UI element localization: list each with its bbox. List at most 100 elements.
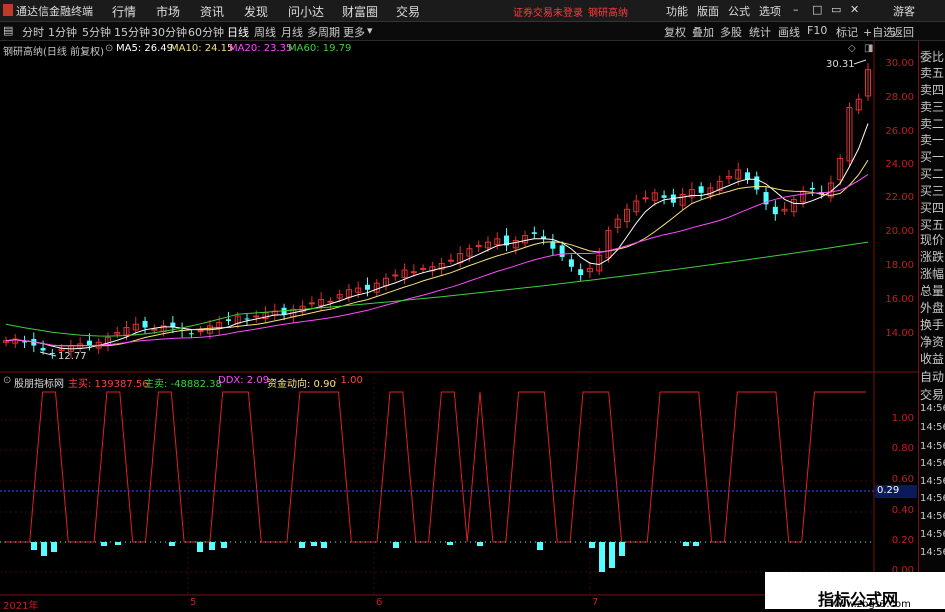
- side-panel-item[interactable]: 买三: [920, 182, 945, 199]
- btn-adjust[interactable]: 复权: [664, 24, 686, 40]
- main-sell-value: 主卖: -48882.38: [144, 379, 222, 390]
- minimize-icon[interactable]: –: [793, 3, 799, 16]
- period-multi[interactable]: 多周期: [307, 24, 340, 40]
- indicator-bar: [51, 542, 57, 552]
- current-stock-name[interactable]: 钢研高纳: [588, 4, 628, 19]
- price-tick: 30.00: [885, 58, 914, 69]
- watermark-url: www.zbgs3.com: [830, 599, 911, 610]
- side-panel-item[interactable]: 外盘: [920, 299, 945, 316]
- menu-ask[interactable]: 问小达: [288, 3, 324, 20]
- indicator-settings-icon[interactable]: ⊙: [3, 375, 11, 386]
- app-title: 通达信金融终端: [16, 5, 93, 18]
- maximize-icon[interactable]: ▭: [831, 3, 841, 16]
- candle-body-up: [253, 315, 260, 318]
- period-1min[interactable]: 1分钟: [48, 24, 77, 40]
- ma60-label: MA60: 19.79: [288, 43, 352, 54]
- period-more[interactable]: 更多: [343, 24, 365, 40]
- ma20-label: MA20: 23.35: [229, 43, 293, 54]
- btn-back[interactable]: 返回: [892, 24, 914, 40]
- menu-trade[interactable]: 交易: [396, 3, 420, 20]
- btn-stats[interactable]: 统计: [749, 24, 771, 40]
- btn-mark[interactable]: 标记: [836, 24, 858, 40]
- side-panel-item[interactable]: 卖二: [920, 115, 945, 132]
- side-panel-item[interactable]: 收益: [920, 350, 945, 367]
- candle-body-down: [809, 187, 815, 190]
- side-panel-item[interactable]: 净资: [920, 333, 945, 350]
- period-5min[interactable]: 5分钟: [82, 24, 111, 40]
- candle-body-up: [410, 271, 417, 274]
- candle-body-down: [559, 245, 565, 257]
- btn-multi-stock[interactable]: 多股: [720, 24, 742, 40]
- btn-add-watchlist[interactable]: +自选: [863, 24, 894, 40]
- side-panel-item[interactable]: 换手: [920, 316, 945, 333]
- side-panel-item[interactable]: 涨跌: [920, 248, 945, 265]
- fund-direction-value: 资金动向: 0.90: [267, 379, 336, 390]
- menu-formula[interactable]: 公式: [728, 3, 750, 19]
- guest-button[interactable]: 游客: [893, 3, 915, 19]
- dropdown-icon[interactable]: ▾: [367, 24, 373, 37]
- candle-body-down: [142, 320, 148, 328]
- toolbar-menu-icon[interactable]: ▤: [3, 24, 13, 37]
- restore-icon[interactable]: □: [812, 3, 822, 16]
- price-tick: 20.00: [885, 226, 914, 237]
- period-monthly[interactable]: 月线: [281, 24, 303, 40]
- side-panel-item[interactable]: 现价: [920, 231, 945, 248]
- btn-overlay[interactable]: 叠加: [692, 24, 714, 40]
- period-weekly[interactable]: 周线: [254, 24, 276, 40]
- price-tick: 22.00: [885, 192, 914, 203]
- menu-news[interactable]: 资讯: [200, 3, 224, 20]
- side-panel-item[interactable]: 14:56: [920, 441, 945, 452]
- side-panel-item[interactable]: 14:56: [920, 458, 945, 469]
- close-icon[interactable]: ✕: [850, 3, 859, 16]
- side-panel-item[interactable]: 委比: [920, 48, 945, 65]
- menu-function[interactable]: 功能: [666, 3, 688, 19]
- side-panel-item[interactable]: 卖三: [920, 98, 945, 115]
- side-panel-item[interactable]: 买一: [920, 148, 945, 165]
- ma-settings-icon[interactable]: ⊙: [105, 43, 113, 54]
- period-60min[interactable]: 60分钟: [188, 24, 224, 40]
- kline-chart[interactable]: [0, 41, 918, 609]
- side-panel-item[interactable]: 卖一: [920, 131, 945, 148]
- candle-body-up: [447, 259, 454, 262]
- side-panel-item[interactable]: 14:56: [920, 511, 945, 522]
- side-panel-item[interactable]: 14:56: [920, 547, 945, 558]
- indicator-bar: [537, 542, 543, 550]
- menu-quotes[interactable]: 行情: [112, 3, 136, 20]
- side-panel-item[interactable]: 14:56: [920, 422, 945, 433]
- indicator-bar: [31, 542, 37, 550]
- side-panel-item[interactable]: 卖四: [920, 81, 945, 98]
- period-daily[interactable]: 日线: [227, 24, 249, 40]
- panel-toggle-icon[interactable]: ◨: [864, 43, 873, 54]
- side-panel-item[interactable]: 14:56: [920, 529, 945, 540]
- side-panel-item[interactable]: 交易: [920, 386, 945, 403]
- side-panel-item[interactable]: 总量: [920, 282, 945, 299]
- period-15min[interactable]: 15分钟: [114, 24, 150, 40]
- btn-draw[interactable]: 画线: [778, 24, 800, 40]
- side-panel-item[interactable]: 14:56: [920, 403, 945, 414]
- btn-f10[interactable]: F10: [807, 24, 827, 37]
- indicator-bar: [683, 542, 689, 546]
- menu-wealth[interactable]: 财富圈: [342, 3, 378, 20]
- period-timeshare[interactable]: 分时: [22, 24, 44, 40]
- side-panel-item[interactable]: 14:56: [920, 476, 945, 487]
- side-panel-item[interactable]: 自动: [920, 368, 945, 385]
- trade-login-notice[interactable]: 证券交易未登录: [513, 4, 583, 19]
- side-panel-item[interactable]: 卖五: [920, 64, 945, 81]
- indicator-bar: [589, 542, 595, 548]
- min-price-label: 12.77: [58, 351, 87, 362]
- side-panel-item[interactable]: 买四: [920, 199, 945, 216]
- indicator-bar: [209, 542, 215, 550]
- candle-body-up: [392, 274, 399, 277]
- menu-layout[interactable]: 版面: [697, 3, 719, 19]
- diamond-icon[interactable]: ◇: [848, 43, 856, 54]
- app-logo-icon: [3, 4, 13, 16]
- price-tick: 24.00: [885, 159, 914, 170]
- candle-body-down: [698, 186, 704, 193]
- menu-options[interactable]: 选项: [759, 3, 781, 19]
- side-panel-item[interactable]: 涨幅: [920, 265, 945, 282]
- menu-market[interactable]: 市场: [156, 3, 180, 20]
- side-panel-item[interactable]: 买二: [920, 165, 945, 182]
- side-panel-item[interactable]: 14:56: [920, 493, 945, 504]
- menu-discover[interactable]: 发现: [244, 3, 268, 20]
- period-30min[interactable]: 30分钟: [151, 24, 187, 40]
